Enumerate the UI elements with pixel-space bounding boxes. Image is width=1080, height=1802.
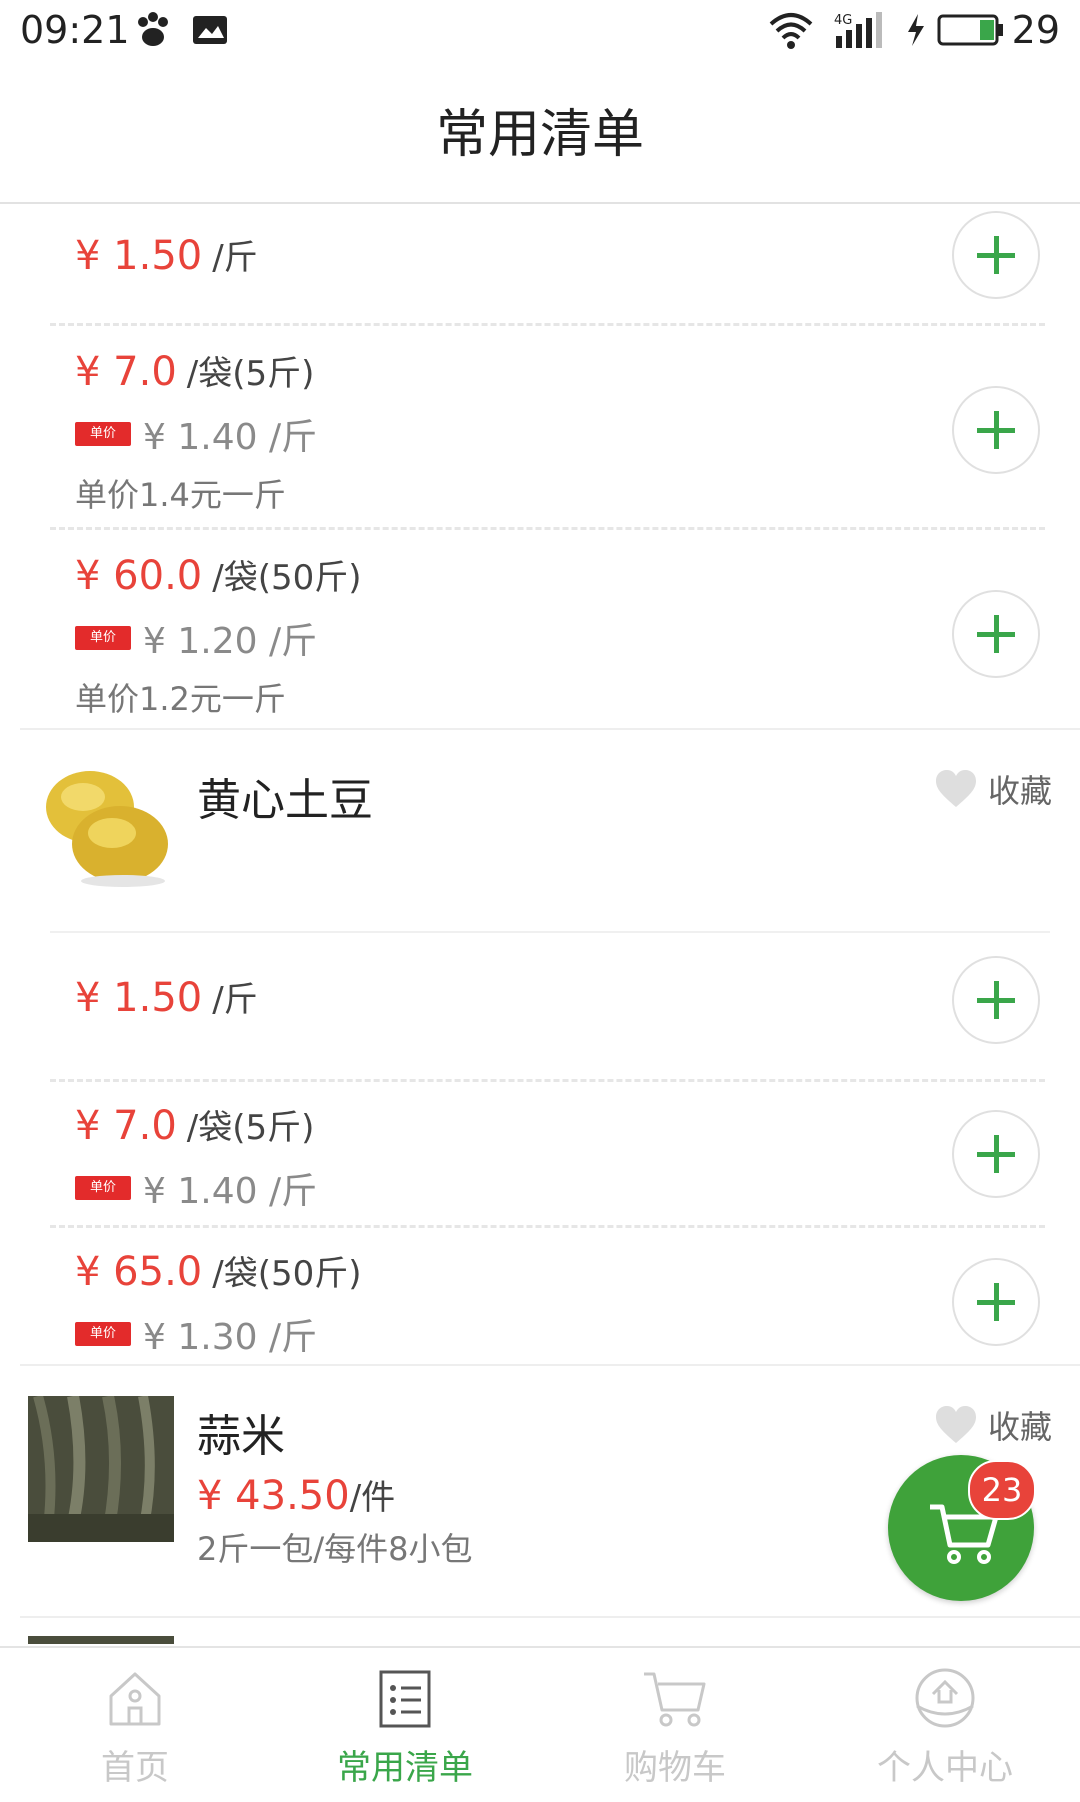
price-note: 单价1.2元一斤 [75,680,286,718]
tab-cart[interactable]: 购物车 [540,1648,810,1802]
unit-price-tag: 单价 [75,1322,131,1346]
heart-icon [935,1406,976,1443]
unit-price-tag: 单价 [75,422,131,446]
title-bar: 常用清单 [0,64,1080,204]
favorite-button[interactable]: 收藏 [934,766,1052,812]
battery-icon [937,14,1003,46]
product-desc: 2斤一包/每件8小包 [197,1530,473,1568]
price-option-row: ¥ 7.0/袋(5斤) 单价 ¥ 1.40 /斤 单价1.4元一斤 [50,326,1045,530]
option-price: ¥ 7.0/袋(5斤) [75,1103,315,1149]
group-divider [20,1364,1080,1366]
unit-price-tag: 单价 [75,626,131,650]
tab-label: 常用清单 [337,1748,473,1788]
cart-count-badge: 23 [968,1460,1036,1520]
battery-level: 29 [1011,8,1060,52]
product-list[interactable]: ¥ 1.50/斤 ¥ 7.0/袋(5斤) 单价 ¥ 1.40 /斤 单价1.4元… [0,204,1080,1644]
wifi-icon [769,13,813,49]
unit-price: 单价 ¥ 1.40 /斤 [75,408,317,460]
option-price: ¥ 60.0/袋(50斤) [75,553,362,599]
profile-icon [915,1668,975,1728]
bottom-tab-bar: 首页 常用清单 购物车 个人中心 [0,1646,1080,1802]
product-image-potato [28,749,178,899]
favorite-label: 收藏 [987,772,1052,810]
tab-favorites-list[interactable]: 常用清单 [270,1648,540,1802]
add-to-cart-button[interactable] [952,211,1040,299]
add-to-cart-button[interactable] [952,956,1040,1044]
list-icon [379,1670,431,1728]
product-name: 蒜米 [197,1411,285,1462]
option-price: ¥ 65.0/袋(50斤) [75,1249,362,1295]
tab-home[interactable]: 首页 [0,1648,270,1802]
charging-icon [908,14,924,46]
product-name: 黄心土豆 [197,775,373,826]
status-time: 09:21 [20,8,130,52]
heart-icon [935,770,976,807]
cart-icon [644,1672,706,1727]
option-price: ¥ 1.50/斤 [75,975,258,1021]
price-option-row: ¥ 7.0/袋(5斤) 单价 ¥ 1.40 /斤 [50,1082,1045,1228]
price-option-row: ¥ 65.0/袋(50斤) 单价 ¥ 1.30 /斤 [50,1228,1045,1368]
favorite-button[interactable]: 收藏 [934,1402,1052,1448]
favorite-label: 收藏 [987,1408,1052,1446]
tab-label: 购物车 [624,1748,726,1788]
unit-price: 单价 ¥ 1.20 /斤 [75,612,317,664]
price-option-row: ¥ 1.50/斤 [50,204,1045,326]
svg-text:4G: 4G [834,13,852,28]
page-title: 常用清单 [435,105,644,165]
option-price: ¥ 1.50/斤 [75,233,258,279]
price-note: 单价1.4元一斤 [75,476,286,514]
add-to-cart-button[interactable] [952,1258,1040,1346]
price-option-row: ¥ 1.50/斤 [50,932,1045,1082]
next-product-image [28,1636,174,1644]
baidu-paw-icon [138,12,168,46]
tab-label: 首页 [101,1748,169,1788]
add-to-cart-button[interactable] [952,386,1040,474]
group-divider [20,728,1080,730]
add-to-cart-button[interactable] [952,590,1040,678]
tab-label: 个人中心 [877,1748,1013,1788]
unit-price-tag: 单价 [75,1176,131,1200]
status-bar: 09:21 4G 29 [0,0,1080,64]
tab-profile[interactable]: 个人中心 [810,1648,1080,1802]
group-divider [20,1616,1080,1618]
home-icon [109,1672,161,1726]
option-price: ¥ 7.0/袋(5斤) [75,349,315,395]
image-notification-icon [193,16,227,44]
price-option-row: ¥ 60.0/袋(50斤) 单价 ¥ 1.20 /斤 单价1.2元一斤 [50,530,1045,730]
signal-4g-icon: 4G [834,12,882,48]
unit-price: 单价 ¥ 1.30 /斤 [75,1308,317,1360]
product-price: ¥ 43.50/件 [197,1473,396,1519]
product-image-garlic [28,1396,174,1542]
add-to-cart-button[interactable] [952,1110,1040,1198]
unit-price: 单价 ¥ 1.40 /斤 [75,1162,317,1214]
